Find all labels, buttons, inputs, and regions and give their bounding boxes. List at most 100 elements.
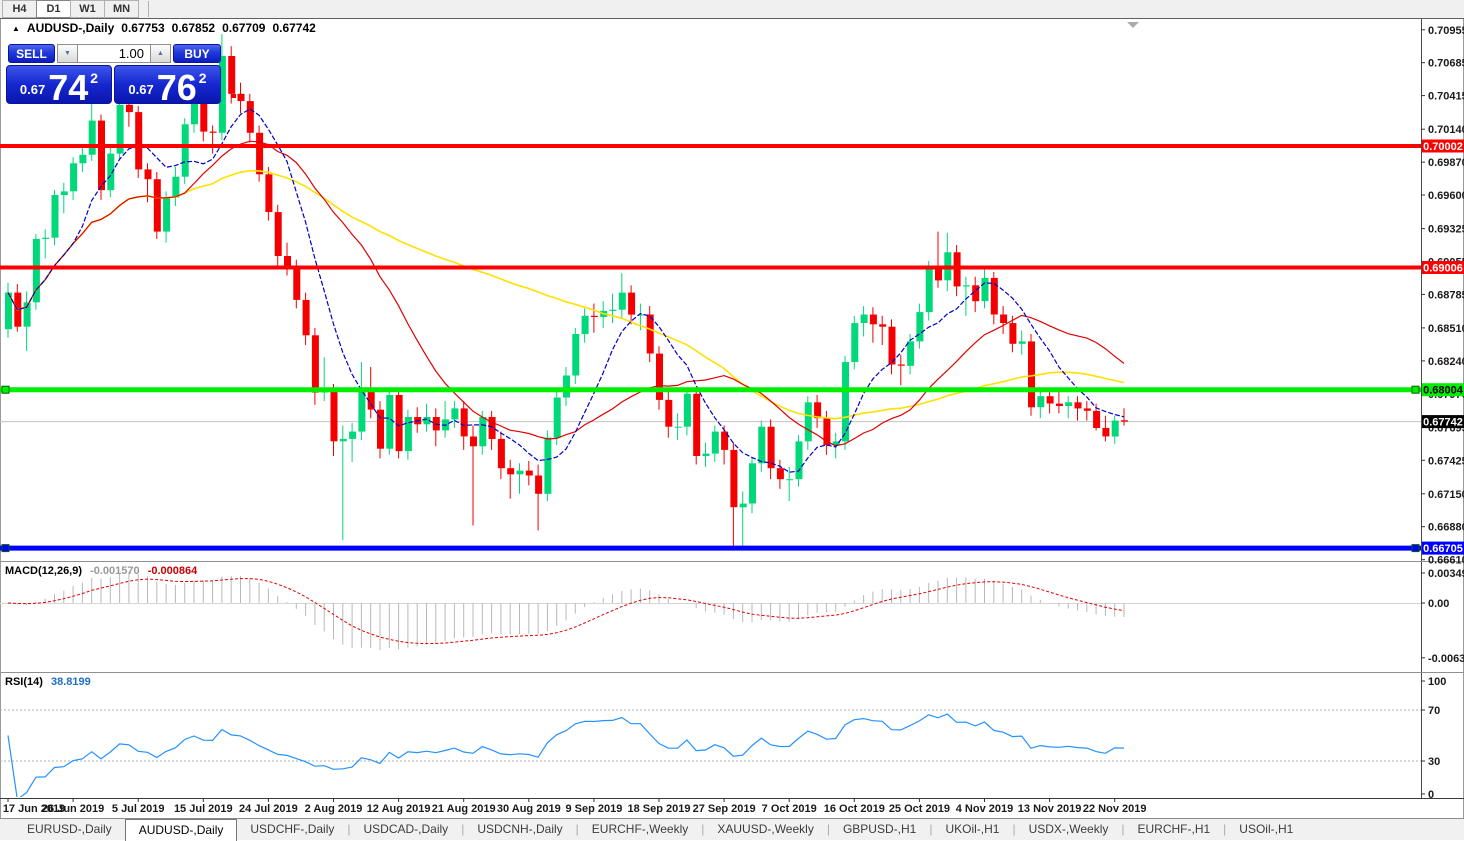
level-handle-left[interactable] [2,386,9,393]
buy-button[interactable]: BUY [173,44,221,63]
candle-body [805,402,812,441]
current-price-tag-text: 0.67742 [1423,417,1463,429]
candle-body [293,266,300,300]
macd-name: MACD(12,26,9) [5,565,82,577]
date-axis-label: 18 Sep 2019 [628,803,691,815]
timeframe-toolbar: H4D1W1MN [0,0,1464,19]
candle-body [1121,420,1128,421]
macd-value-main: -0.001570 [90,565,140,577]
candle-body [582,316,589,334]
candle-body [768,427,775,469]
candle-body [628,293,635,315]
date-axis-label: 22 Nov 2019 [1083,803,1147,815]
chart-tab-usdx-weekly[interactable]: USDX-,Weekly [1016,819,1122,840]
candle-body [1084,408,1091,410]
timeframe-button-d1[interactable]: D1 [36,0,71,18]
price-axis-tick: 0.70140 [1428,124,1464,136]
price-axis-tick: 0.67150 [1428,489,1464,501]
chart-tab-usdcad-daily[interactable]: USDCAD-,Daily [351,819,462,840]
candle-body [98,121,105,191]
chart-tab-xauusd-weekly[interactable]: XAUUSD-,Weekly [704,819,826,840]
rsi-line [8,714,1124,799]
chart-tab-usdchf-daily[interactable]: USDCHF-,Daily [237,819,347,840]
candle-body [1009,323,1016,344]
volume-increase-button[interactable]: ▲ [150,44,171,63]
candle-body [740,504,747,508]
candle-body [61,191,68,195]
price-axis-tick: 0.70955 [1428,25,1464,37]
candle-body [1028,341,1035,407]
candle-body [758,427,765,464]
candle-body [228,56,235,94]
chart-shift-marker-icon[interactable] [1127,22,1139,28]
chart-tab-audusd-daily[interactable]: AUDUSD-,Daily [125,819,238,841]
price-axis-tick: 0.68785 [1428,289,1464,301]
candle-body [703,454,710,456]
one-click-trading-panel: SELL ▼ ▲ BUY 0.67 74 2 0.67 76 2 [4,42,226,105]
candle-body [796,441,803,479]
candle-body [926,268,933,312]
date-axis-label: 5 Jul 2019 [112,803,165,815]
candle-body [52,195,59,238]
rsi-axis-tick: 70 [1428,705,1440,717]
buy-price-sup: 2 [199,70,207,86]
candle-body [247,101,254,133]
chart-tab-eurchf-weekly[interactable]: EURCHF-,Weekly [579,819,701,840]
sell-button[interactable]: SELL [8,44,55,63]
rsi-axis-tick: 100 [1428,676,1446,688]
candle-body [1019,341,1026,343]
buy-price-box[interactable]: 0.67 76 2 [114,65,221,104]
candle-body [693,394,700,456]
candle-body [591,316,598,317]
chart-tab-ukoil-h1[interactable]: UKOil-,H1 [932,819,1012,840]
candle-body [554,398,561,438]
candle-body [386,395,393,449]
date-axis-label: 13 Nov 2019 [1018,803,1082,815]
chart-tab-eurchf-h1[interactable]: EURCHF-,H1 [1125,819,1224,840]
collapse-triangle-icon[interactable]: ▲ [12,24,20,33]
candle-body [303,300,310,335]
price-level-tag-text: 0.68004 [1423,385,1464,397]
candle-body [916,312,923,341]
macd-label: MACD(12,26,9) -0.001570 -0.000864 [5,565,197,577]
timeframe-button-w1[interactable]: W1 [70,0,105,18]
candle-body [1056,404,1063,406]
arrow-down-icon: ▼ [64,50,71,57]
candle-body [610,310,617,311]
candle-body [963,285,970,286]
candle-body [544,438,551,494]
candle-body [461,408,468,436]
candle-body [70,163,77,191]
candle-body [777,468,784,479]
candle-body [154,179,161,231]
volume-decrease-button[interactable]: ▼ [57,44,78,63]
candlestick-series [5,34,1128,548]
level-handle-left[interactable] [2,545,9,552]
candle-body [647,315,654,354]
timeframe-button-mn[interactable]: MN [104,0,139,18]
timeframe-button-h4[interactable]: H4 [2,0,37,18]
candle-body [507,468,514,474]
chart-tab-usoil-h1[interactable]: USOil-,H1 [1226,819,1306,840]
date-axis-label: 15 Jul 2019 [174,803,233,815]
date-axis-label: 27 Sep 2019 [693,803,756,815]
candle-body [451,408,458,419]
chart-tab-eurusd-daily[interactable]: EURUSD-,Daily [14,819,125,840]
price-axis-tick: 0.70415 [1428,91,1464,103]
level-handle-right[interactable] [1412,545,1419,552]
rsi-axis-tick: 30 [1428,756,1440,768]
candle-body [470,437,477,447]
candle-body [498,439,505,468]
chart-tab-gbpusd-h1[interactable]: GBPUSD-,H1 [830,819,929,840]
level-handle-right[interactable] [1412,386,1419,393]
chart-tab-usdcnh-daily[interactable]: USDCNH-,Daily [464,819,575,840]
sell-price-box[interactable]: 0.67 74 2 [6,65,112,104]
volume-input[interactable] [78,44,150,63]
candle-body [851,323,858,362]
chart-canvas: 0.709550.706850.704150.701400.698700.696… [0,0,1464,840]
date-axis-label: 30 Aug 2019 [497,803,561,815]
price-axis-tick: 0.66880 [1428,522,1464,534]
candle-body [684,394,691,427]
candle-body [163,198,170,232]
candle-body [275,212,282,256]
